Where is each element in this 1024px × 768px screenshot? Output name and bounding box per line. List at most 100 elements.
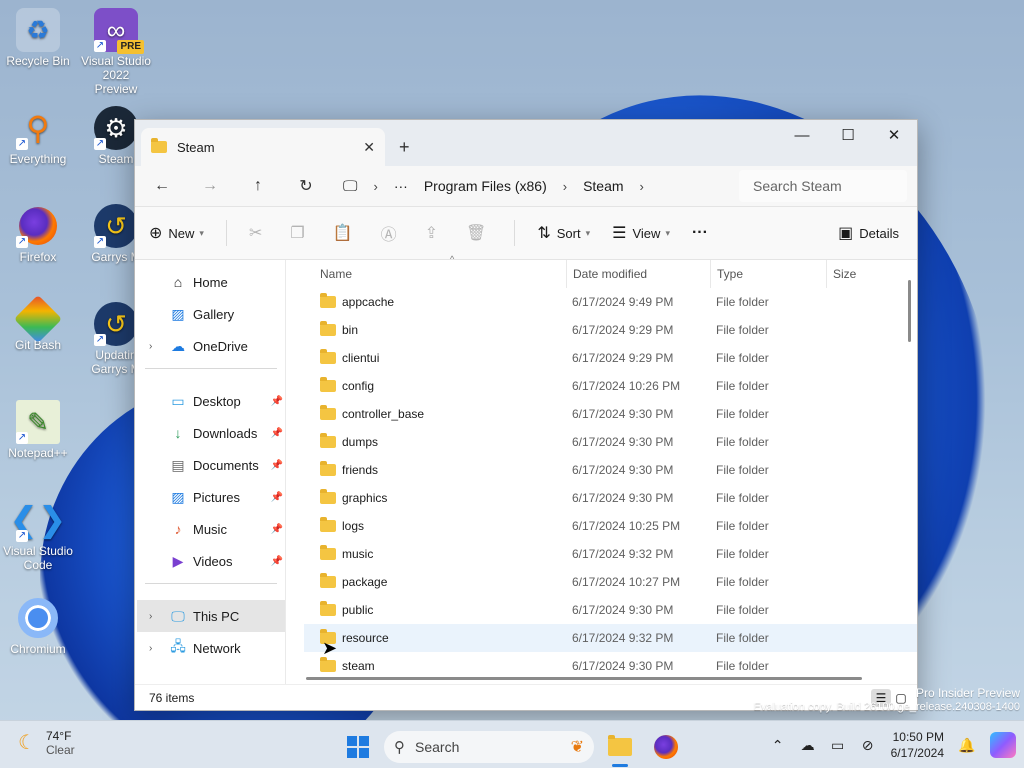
column-header-date[interactable]: Date modified [566, 260, 710, 288]
table-row[interactable]: friends 6/17/2024 9:30 PM File folder [304, 456, 917, 484]
pin-icon[interactable]: 📌 [271, 460, 283, 471]
view-button[interactable]: ☰ View ▾ [612, 223, 670, 243]
breadcrumb-item-steam[interactable]: Steam [583, 178, 623, 194]
back-button[interactable]: ← [145, 170, 179, 202]
chevron-right-icon[interactable]: › [373, 179, 377, 194]
sidebar-item-this-pc[interactable]: › 🖵 This PC [137, 600, 285, 632]
title-bar: Steam ✕ + — ☐ ✕ [135, 120, 917, 166]
up-button[interactable]: ↑ [241, 170, 275, 202]
table-row[interactable]: music 6/17/2024 9:32 PM File folder [304, 540, 917, 568]
notification-bell-icon[interactable]: 🔔 [952, 737, 982, 754]
horizontal-scrollbar[interactable] [306, 677, 862, 680]
column-header-type[interactable]: Type [710, 260, 826, 288]
desktop-icon-visual-studio[interactable]: ∞ PRE ↗ Visual Studio 2022 Preview [80, 8, 152, 96]
monitor-icon[interactable]: 🖵 [343, 178, 357, 195]
taskbar-file-explorer[interactable] [600, 727, 640, 767]
sidebar-item-network[interactable]: › 🖧 Network [137, 632, 285, 664]
desktop-icon-vscode[interactable]: ❮❯ ↗ Visual Studio Code [2, 498, 74, 572]
folder-icon [320, 517, 336, 532]
sidebar-item-music[interactable]: ♪ Music 📌 [137, 513, 285, 545]
table-row[interactable]: resource 6/17/2024 9:32 PM File folder [304, 624, 917, 652]
table-row[interactable]: dumps 6/17/2024 9:30 PM File folder [304, 428, 917, 456]
chevron-right-icon[interactable]: › [149, 611, 152, 622]
table-row[interactable]: clientui 6/17/2024 9:29 PM File folder [304, 344, 917, 372]
maximize-button[interactable]: ☐ [825, 120, 871, 150]
file-name: dumps [342, 435, 379, 449]
breadcrumb-more[interactable]: ··· [394, 178, 408, 194]
pin-icon[interactable]: 📌 [271, 492, 283, 503]
table-row[interactable]: bin 6/17/2024 9:29 PM File folder [304, 316, 917, 344]
rename-button[interactable]: Ⓐ [381, 221, 403, 245]
pin-icon[interactable]: 📌 [271, 524, 283, 535]
desktop-icon-notepad-plus-plus[interactable]: ✎ ↗ Notepad++ [2, 400, 74, 460]
sidebar-item-desktop[interactable]: ▭ Desktop 📌 [137, 385, 285, 417]
desktop-icon-chromium[interactable]: Chromium [2, 596, 74, 656]
network-icon[interactable]: ▭ [823, 737, 853, 754]
volume-icon[interactable]: ⊘ [853, 737, 883, 754]
vertical-scrollbar[interactable] [908, 280, 911, 342]
onedrive-offline-icon[interactable]: ☁ [793, 737, 823, 754]
breadcrumb-item-program-files[interactable]: Program Files (x86) [424, 178, 547, 194]
close-window-button[interactable]: ✕ [871, 120, 917, 150]
pin-icon[interactable]: 📌 [271, 396, 283, 407]
desktop-icon-recycle-bin[interactable]: ♻ Recycle Bin [2, 8, 74, 68]
forward-button[interactable]: → [193, 170, 227, 202]
chevron-right-icon[interactable]: › [640, 179, 644, 194]
copilot-icon[interactable] [990, 732, 1016, 758]
minimize-button[interactable]: — [779, 120, 825, 150]
sidebar-item-home[interactable]: ⌂ Home [137, 266, 285, 298]
new-button[interactable]: ⊕ New ▾ [149, 223, 204, 243]
sidebar-item-onedrive[interactable]: › ☁ OneDrive [137, 330, 285, 362]
sort-button[interactable]: ⇅ Sort ▾ [537, 223, 590, 243]
pin-icon[interactable]: 📌 [271, 556, 283, 567]
toolbar-divider [514, 220, 516, 246]
file-name: appcache [342, 295, 395, 309]
close-tab-icon[interactable]: ✕ [363, 139, 375, 156]
table-row[interactable]: public 6/17/2024 9:30 PM File folder [304, 596, 917, 624]
chevron-right-icon[interactable]: › [149, 643, 152, 654]
column-header-size[interactable]: Size [826, 260, 886, 288]
desktop-icon-everything[interactable]: ⚲ ↗ Everything [2, 106, 74, 166]
sidebar-item-pictures[interactable]: ▨ Pictures 📌 [137, 481, 285, 513]
table-row[interactable]: config 6/17/2024 10:26 PM File folder [304, 372, 917, 400]
sidebar-item-videos[interactable]: ▶ Videos 📌 [137, 545, 285, 577]
sidebar-item-gallery[interactable]: ▨ Gallery [137, 298, 285, 330]
file-name: package [342, 575, 388, 589]
column-header-name[interactable]: Name [304, 267, 566, 281]
copy-button[interactable]: ❐ [290, 223, 310, 243]
chevron-down-icon: ▾ [585, 227, 591, 238]
taskbar-firefox[interactable] [646, 727, 686, 767]
table-row[interactable]: package 6/17/2024 10:27 PM File folder [304, 568, 917, 596]
search-input[interactable]: Search Steam [739, 170, 907, 202]
refresh-button[interactable]: ↻ [289, 170, 323, 202]
weather-condition: Clear [45, 743, 75, 757]
sidebar-item-downloads[interactable]: ↓ Downloads 📌 [137, 417, 285, 449]
table-row[interactable]: logs 6/17/2024 10:25 PM File folder [304, 512, 917, 540]
sidebar-item-label: Music [193, 521, 227, 537]
new-tab-button[interactable]: + [399, 137, 410, 158]
clock[interactable]: 10:50 PM 6/17/2024 [891, 729, 944, 761]
sidebar-item-documents[interactable]: ▤ Documents 📌 [137, 449, 285, 481]
chevron-right-icon[interactable]: › [149, 341, 152, 352]
table-row[interactable]: steam 6/17/2024 9:30 PM File folder [304, 652, 917, 680]
tab-steam[interactable]: Steam ✕ [141, 128, 385, 166]
cut-button[interactable]: ✂ [249, 223, 268, 243]
more-options-button[interactable]: ··· [692, 224, 708, 242]
file-date: 6/17/2024 9:30 PM [572, 603, 674, 617]
desktop-icon-git-bash[interactable]: Git Bash [2, 294, 74, 352]
taskbar-search[interactable]: ⚲ Search ❦ [384, 731, 594, 763]
desktop-icon-firefox[interactable]: ↗ Firefox [2, 204, 74, 264]
file-date: 6/17/2024 9:32 PM [572, 631, 674, 645]
table-row[interactable]: graphics 6/17/2024 9:30 PM File folder [304, 484, 917, 512]
table-row[interactable]: controller_base 6/17/2024 9:30 PM File fol… [304, 400, 917, 428]
start-button[interactable] [340, 729, 376, 765]
share-button[interactable]: ⇪ [425, 223, 444, 243]
details-pane-button[interactable]: ▣ Details [838, 223, 899, 243]
table-row[interactable]: appcache 6/17/2024 9:49 PM File folder [304, 288, 917, 316]
pin-icon[interactable]: 📌 [271, 428, 283, 439]
chevron-up-icon[interactable]: ⌃ [763, 737, 793, 754]
chevron-right-icon[interactable]: › [563, 179, 567, 194]
paste-button[interactable]: 📋 [333, 223, 359, 243]
delete-button[interactable]: 🗑 [466, 223, 492, 243]
weather-widget[interactable]: ☾ 74°F Clear [18, 729, 75, 757]
